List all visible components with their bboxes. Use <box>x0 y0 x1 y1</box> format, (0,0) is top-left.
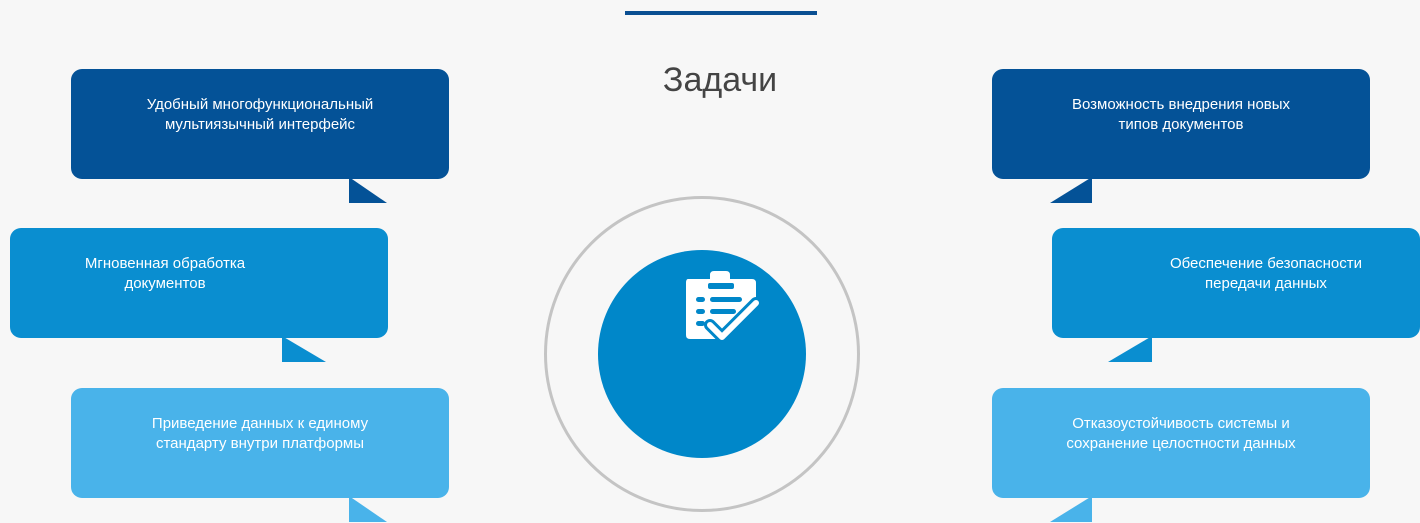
clipboard-check-icon <box>680 265 760 345</box>
bubble-text: Удобный многофункциональный мультиязычны… <box>146 96 374 133</box>
bubble-text: Обеспечение безопасности передачи данных <box>1169 255 1363 292</box>
left-bubble-3: Приведение данных к единому стандарту вн… <box>71 388 449 522</box>
bubble-tail <box>1050 496 1092 522</box>
right-bubble-2: Обеспечение безопасности передачи данных <box>1052 228 1420 362</box>
bubble-tail <box>1108 336 1152 362</box>
right-bubble-1: Возможность внедрения новых типов докуме… <box>992 69 1370 203</box>
bubble-tail <box>349 177 387 203</box>
bubble-text: Отказоустойчивость системы и сохранение … <box>1066 415 1296 452</box>
right-bubble-3: Отказоустойчивость системы и сохранение … <box>992 388 1370 522</box>
left-bubble-2: Мгновенная обработка документов <box>10 228 388 362</box>
top-accent-bar <box>625 11 817 15</box>
bubble-tail <box>349 496 387 522</box>
bubble-text: Мгновенная обработка документов <box>84 255 246 292</box>
bubble-text: Возможность внедрения новых типов докуме… <box>1071 96 1291 133</box>
bubble-tail <box>282 336 326 362</box>
bubble-text: Приведение данных к единому стандарту вн… <box>151 415 369 452</box>
left-bubble-1: Удобный многофункциональный мультиязычны… <box>71 69 449 203</box>
bubble-tail <box>1050 177 1092 203</box>
page-title: Задачи <box>662 61 778 99</box>
